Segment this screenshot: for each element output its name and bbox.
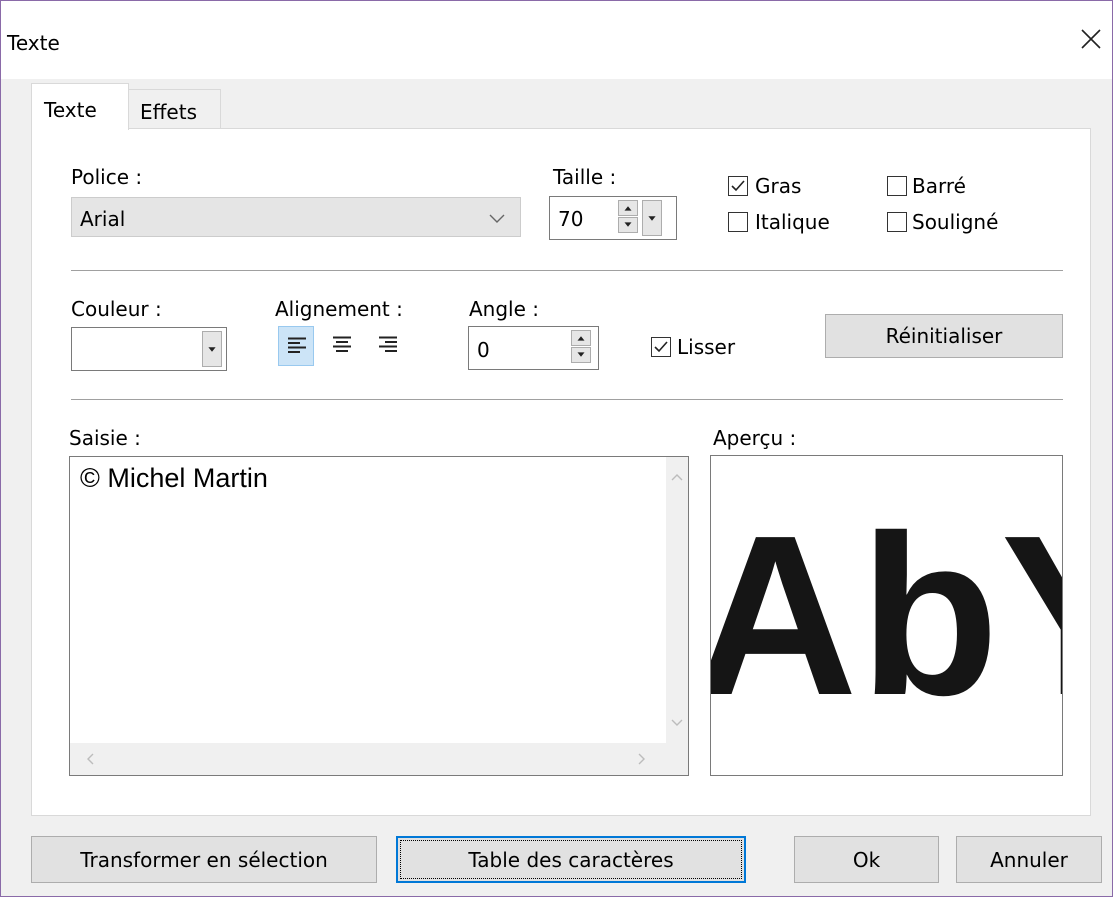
- color-swatch: [75, 331, 191, 367]
- smooth-checkbox[interactable]: [651, 337, 671, 357]
- tab-texte[interactable]: Texte: [31, 83, 129, 130]
- transform-to-selection-button[interactable]: Transformer en sélection: [31, 836, 377, 883]
- align-left-button[interactable]: [278, 326, 314, 366]
- color-picker[interactable]: [71, 327, 227, 371]
- size-down-button[interactable]: [618, 217, 638, 233]
- italic-checkbox[interactable]: [728, 212, 748, 232]
- align-left-icon: [288, 337, 306, 353]
- cancel-button[interactable]: Annuler: [956, 836, 1102, 883]
- close-icon[interactable]: [1075, 23, 1107, 55]
- size-value: 70: [558, 207, 584, 231]
- scroll-right-icon[interactable]: [634, 751, 650, 767]
- size-label: Taille :: [553, 165, 617, 189]
- color-label: Couleur :: [71, 297, 162, 321]
- underline-checkbox[interactable]: [887, 212, 907, 232]
- underline-label: Souligné: [912, 210, 999, 234]
- horizontal-scrollbar[interactable]: [70, 743, 666, 775]
- angle-down-button[interactable]: [571, 347, 591, 363]
- angle-value: 0: [477, 338, 490, 362]
- text-input-area[interactable]: © Michel Martin: [69, 456, 689, 776]
- input-label: Saisie :: [69, 426, 141, 450]
- ok-label: Ok: [852, 847, 881, 872]
- reset-button-label: Réinitialiser: [885, 324, 1003, 348]
- character-table-button[interactable]: Table des caractères: [396, 836, 746, 883]
- strike-checkbox[interactable]: [887, 176, 907, 196]
- preview-box: AbYz: [710, 455, 1063, 776]
- font-select[interactable]: Arial: [71, 197, 521, 237]
- preview-label: Aperçu :: [713, 426, 797, 450]
- separator: [71, 399, 1063, 400]
- angle-up-button[interactable]: [571, 330, 591, 346]
- align-right-icon: [379, 336, 397, 352]
- preview-text: AbYz: [710, 489, 1062, 743]
- size-dropdown-button[interactable]: [642, 200, 662, 236]
- scroll-left-icon[interactable]: [82, 751, 98, 767]
- align-center-icon: [333, 336, 351, 352]
- window-title: Texte: [7, 31, 60, 55]
- strike-label: Barré: [912, 174, 966, 198]
- scrollbar-corner: [666, 743, 688, 775]
- tab-effets-label: Effets: [140, 100, 197, 124]
- vertical-scrollbar[interactable]: [666, 457, 688, 743]
- font-value: Arial: [80, 207, 126, 231]
- align-center-button[interactable]: [324, 326, 360, 366]
- alignment-label: Alignement :: [275, 297, 403, 321]
- font-label: Police :: [71, 165, 143, 189]
- cancel-label: Annuler: [990, 847, 1068, 872]
- reset-button[interactable]: Réinitialiser: [825, 314, 1063, 358]
- angle-label: Angle :: [469, 297, 540, 321]
- transform-to-selection-label: Transformer en sélection: [80, 847, 328, 872]
- title-bar: Texte: [1, 1, 1112, 79]
- separator: [71, 270, 1063, 271]
- size-up-button[interactable]: [618, 200, 638, 216]
- angle-field[interactable]: 0: [468, 326, 599, 370]
- scroll-up-icon[interactable]: [669, 469, 685, 485]
- chevron-down-icon: [488, 210, 506, 224]
- ok-button[interactable]: Ok: [794, 836, 939, 883]
- size-field[interactable]: 70: [549, 196, 677, 240]
- bold-checkbox[interactable]: [728, 176, 748, 196]
- character-table-label: Table des caractères: [468, 847, 674, 872]
- scroll-down-icon[interactable]: [669, 715, 685, 731]
- tab-texte-label: Texte: [44, 98, 97, 122]
- text-input-value: © Michel Martin: [80, 463, 268, 493]
- tab-effets[interactable]: Effets: [127, 89, 221, 130]
- smooth-label: Lisser: [677, 335, 736, 359]
- color-dropdown-button[interactable]: [202, 331, 222, 367]
- align-right-button[interactable]: [370, 326, 406, 366]
- text-dialog: Texte Texte Effets Police : Arial Taille…: [0, 0, 1113, 897]
- italic-label: Italique: [755, 210, 830, 234]
- bold-label: Gras: [755, 174, 802, 198]
